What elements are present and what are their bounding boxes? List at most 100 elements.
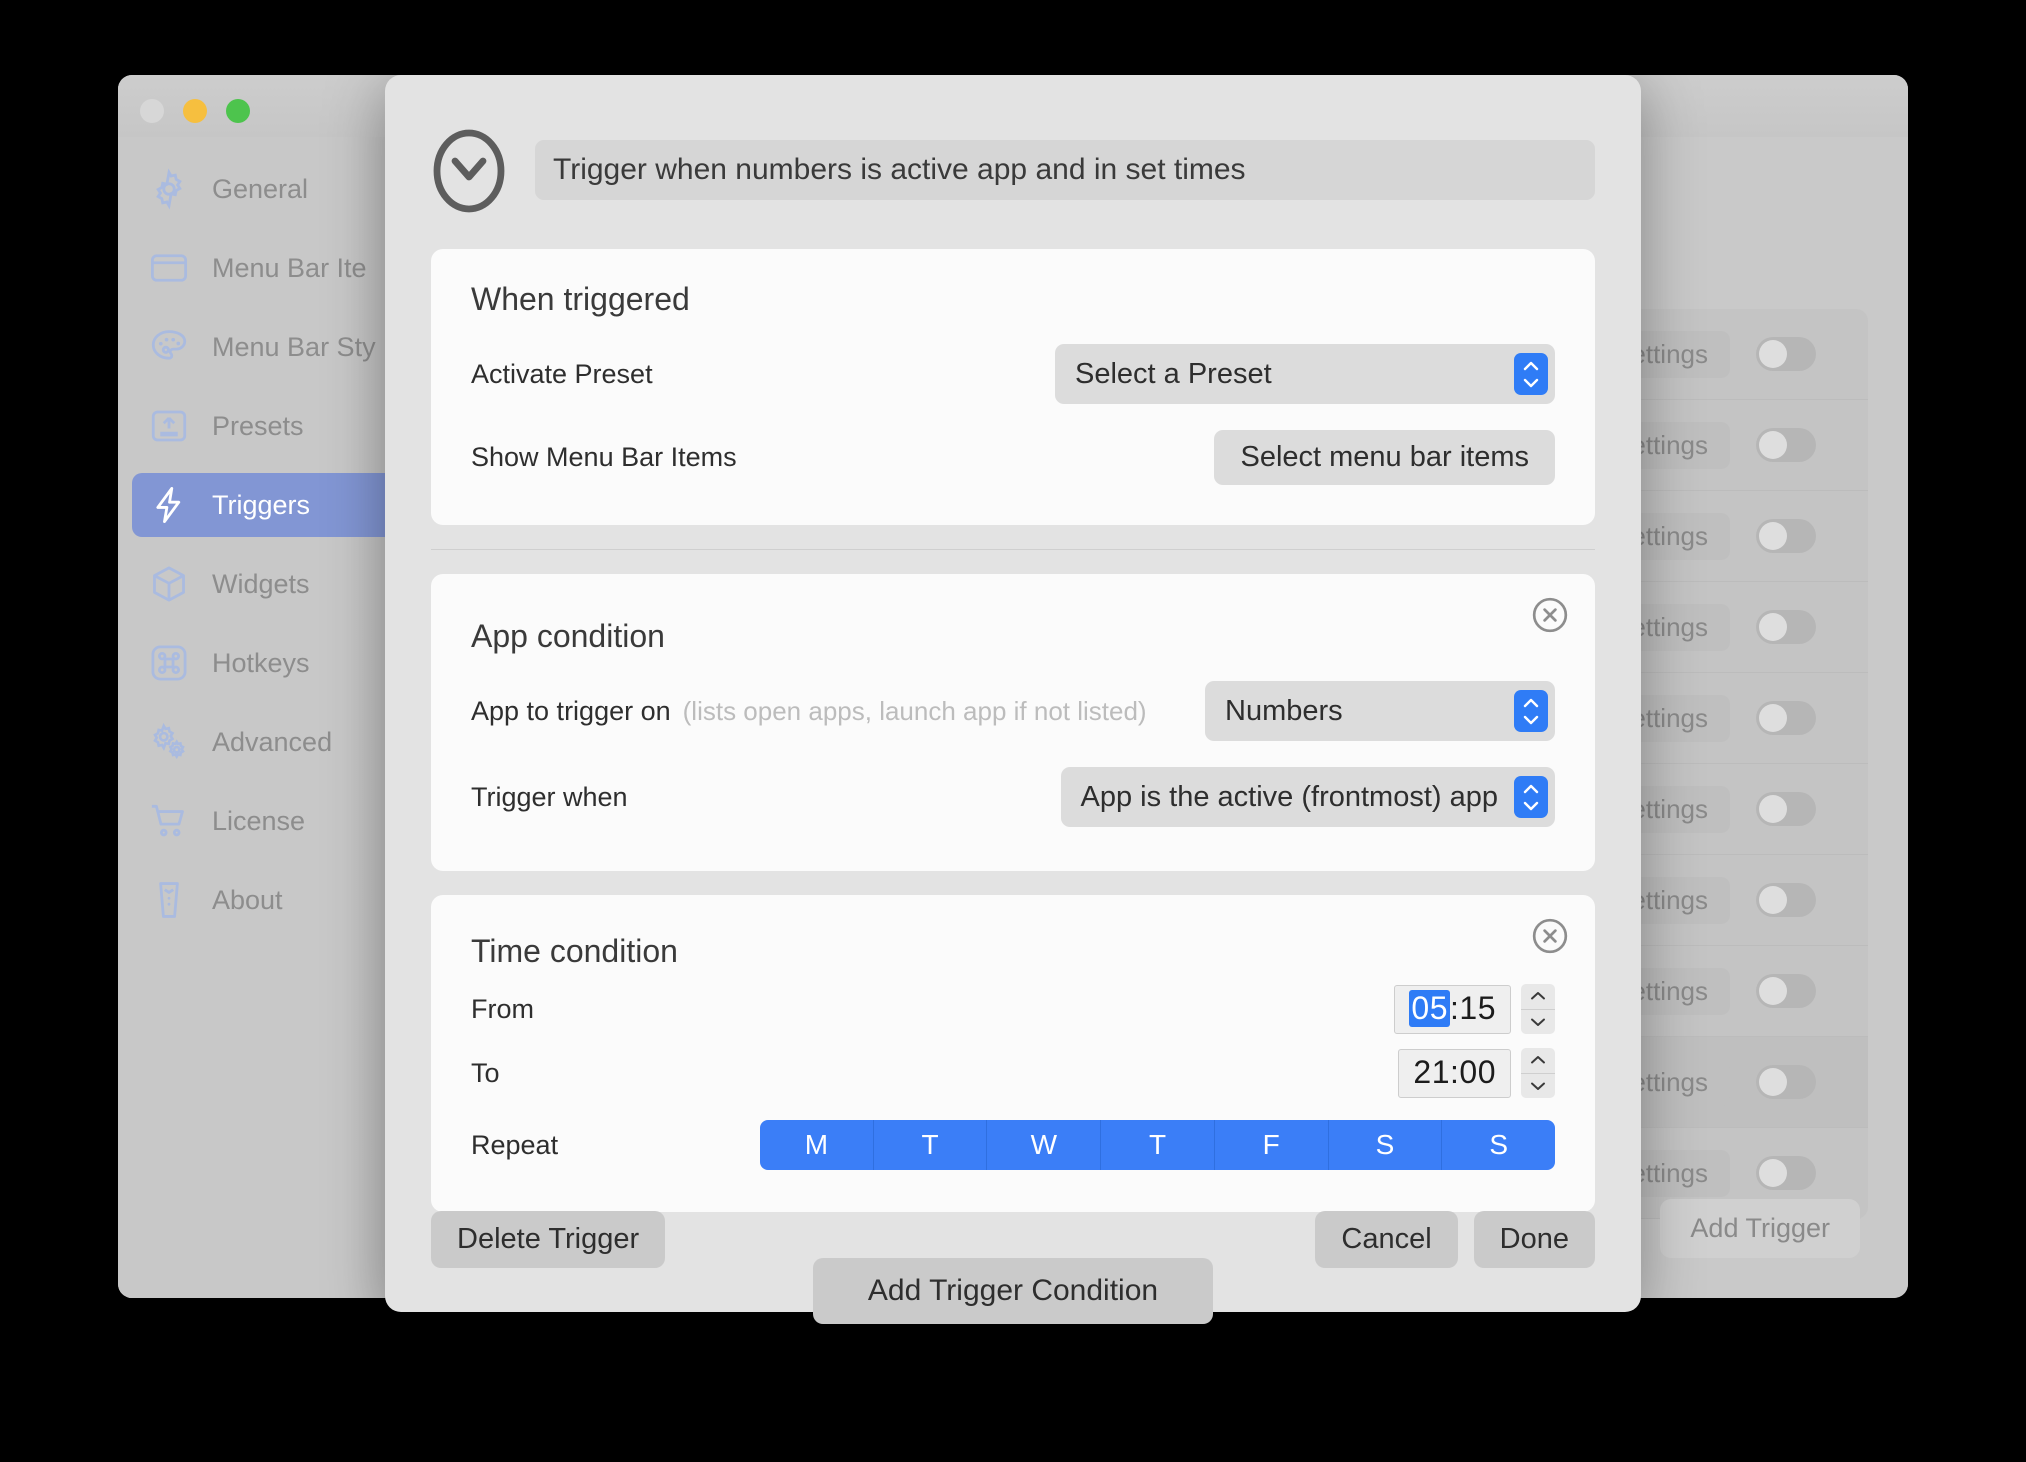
trigger-title-input[interactable]: Trigger when numbers is active app and i… <box>535 140 1595 200</box>
show-menu-bar-items-label: Show Menu Bar Items <box>471 442 737 473</box>
sidebar-item-label: General <box>212 174 308 205</box>
trigger-when-label: Trigger when <box>471 782 628 813</box>
to-label: To <box>471 1058 731 1089</box>
sidebar-item-label: Presets <box>212 411 304 442</box>
from-time-stepper[interactable] <box>1521 984 1555 1034</box>
toggle-knob <box>1759 795 1787 823</box>
stepper-down-icon[interactable] <box>1521 1074 1555 1099</box>
toggle-knob <box>1759 340 1787 368</box>
day-toggle-wednesday[interactable]: W <box>987 1120 1101 1170</box>
trigger-when-value: App is the active (frontmost) app <box>1081 781 1498 814</box>
repeat-label: Repeat <box>471 1130 731 1161</box>
row-toggle[interactable] <box>1756 1156 1816 1190</box>
package-icon <box>146 561 192 607</box>
day-toggle-friday[interactable]: F <box>1215 1120 1329 1170</box>
delete-trigger-button[interactable]: Delete Trigger <box>431 1211 665 1268</box>
to-row: To 21:00 <box>471 1048 1555 1098</box>
row-toggle[interactable] <box>1756 519 1816 553</box>
select-menu-bar-items-button[interactable]: Select menu bar items <box>1214 430 1555 485</box>
sidebar-item-menu-bar-style[interactable]: Menu Bar Sty <box>132 315 404 379</box>
app-to-trigger-hint: (lists open apps, launch app if not list… <box>683 696 1147 727</box>
chevron-updown-icon <box>1514 776 1548 818</box>
stepper-up-icon[interactable] <box>1521 1048 1555 1074</box>
preset-select[interactable]: Select a Preset <box>1055 344 1555 404</box>
from-row: From 05:15 <box>471 984 1555 1034</box>
toggle-knob <box>1759 1068 1787 1096</box>
time-separator: : <box>1450 990 1459 1027</box>
sidebar-item-label: License <box>212 806 305 837</box>
row-toggle[interactable] <box>1756 1065 1816 1099</box>
sidebar-item-about[interactable]: About <box>132 868 404 932</box>
sidebar-item-license[interactable]: License <box>132 789 404 853</box>
sidebar-item-label: Widgets <box>212 569 310 600</box>
from-minutes[interactable]: 15 <box>1459 990 1496 1027</box>
sidebar-item-widgets[interactable]: Widgets <box>132 552 404 616</box>
chevron-updown-icon <box>1514 690 1548 732</box>
done-button[interactable]: Done <box>1474 1211 1595 1268</box>
cancel-button[interactable]: Cancel <box>1315 1211 1457 1268</box>
sidebar-item-hotkeys[interactable]: Hotkeys <box>132 631 404 695</box>
time-condition-card: Time condition From 05:15 To <box>431 895 1595 1212</box>
day-toggle-saturday[interactable]: S <box>1329 1120 1443 1170</box>
screen: Barten General <box>0 0 2026 1462</box>
when-triggered-title: When triggered <box>471 281 1555 318</box>
row-toggle[interactable] <box>1756 337 1816 371</box>
close-circle-icon[interactable] <box>1531 596 1569 634</box>
chevron-updown-icon <box>1514 353 1548 395</box>
toggle-knob <box>1759 522 1787 550</box>
row-toggle[interactable] <box>1756 428 1816 462</box>
trigger-when-select[interactable]: App is the active (frontmost) app <box>1061 767 1555 827</box>
day-toggle-sunday[interactable]: S <box>1442 1120 1555 1170</box>
sidebar-item-label: Hotkeys <box>212 648 310 679</box>
activate-preset-row: Activate Preset Select a Preset <box>471 344 1555 404</box>
day-toggle-monday[interactable]: M <box>760 1120 874 1170</box>
bolt-icon <box>146 482 192 528</box>
stepper-up-icon[interactable] <box>1521 984 1555 1010</box>
clock-check-icon <box>431 127 507 213</box>
toggle-knob <box>1759 1159 1787 1187</box>
row-toggle[interactable] <box>1756 792 1816 826</box>
sidebar-item-triggers[interactable]: Triggers <box>132 473 404 537</box>
row-toggle[interactable] <box>1756 883 1816 917</box>
repeat-row: Repeat M T W T F S S <box>471 1120 1555 1170</box>
toggle-knob <box>1759 886 1787 914</box>
upload-box-icon <box>146 403 192 449</box>
app-condition-card: App condition App to trigger on (lists o… <box>431 574 1595 871</box>
app-to-trigger-row: App to trigger on (lists open apps, laun… <box>471 681 1555 741</box>
sidebar-item-advanced[interactable]: Advanced <box>132 710 404 774</box>
app-select-value: Numbers <box>1225 695 1343 728</box>
bowtie-icon <box>146 877 192 923</box>
gear-icon <box>146 166 192 212</box>
cart-icon <box>146 798 192 844</box>
from-time-input[interactable]: 05:15 <box>1394 985 1511 1034</box>
add-trigger-button[interactable]: Add Trigger <box>1660 1199 1860 1258</box>
window-icon <box>146 245 192 291</box>
close-circle-icon[interactable] <box>1531 917 1569 955</box>
app-to-trigger-label: App to trigger on <box>471 696 671 727</box>
sidebar-item-label: About <box>212 885 283 916</box>
sheet-header: Trigger when numbers is active app and i… <box>385 75 1641 213</box>
sidebar-item-general[interactable]: General <box>132 157 404 221</box>
toggle-knob <box>1759 613 1787 641</box>
app-select[interactable]: Numbers <box>1205 681 1555 741</box>
from-hours[interactable]: 05 <box>1409 990 1450 1027</box>
sidebar-item-presets[interactable]: Presets <box>132 394 404 458</box>
preset-select-value: Select a Preset <box>1075 358 1272 391</box>
toggle-knob <box>1759 977 1787 1005</box>
sidebar-item-label: Advanced <box>212 727 332 758</box>
sidebar-item-menu-bar-items[interactable]: Menu Bar Ite <box>132 236 404 300</box>
toggle-knob <box>1759 431 1787 459</box>
day-toggle-tuesday[interactable]: T <box>874 1120 988 1170</box>
to-time-stepper[interactable] <box>1521 1048 1555 1098</box>
day-toggle-thursday[interactable]: T <box>1101 1120 1215 1170</box>
row-toggle[interactable] <box>1756 610 1816 644</box>
repeat-day-selector: M T W T F S S <box>760 1120 1555 1170</box>
footer-actions: Cancel Done <box>1315 1211 1595 1268</box>
row-toggle[interactable] <box>1756 974 1816 1008</box>
sidebar: General Menu Bar Ite <box>118 137 418 1298</box>
to-time-input[interactable]: 21:00 <box>1398 1049 1511 1098</box>
stepper-down-icon[interactable] <box>1521 1010 1555 1035</box>
row-toggle[interactable] <box>1756 701 1816 735</box>
sidebar-item-label: Menu Bar Ite <box>212 253 367 284</box>
trigger-when-row: Trigger when App is the active (frontmos… <box>471 767 1555 827</box>
